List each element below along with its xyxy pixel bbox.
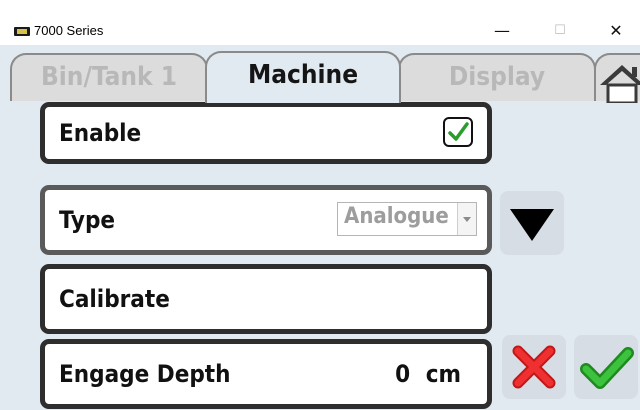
type-select[interactable]: Analogue <box>337 202 477 236</box>
chevron-down-icon[interactable] <box>457 203 476 235</box>
tab-bin-tank[interactable]: Bin/Tank 1 <box>10 53 208 101</box>
calibrate-button[interactable]: Calibrate <box>40 264 492 334</box>
engage-depth-value: 0 cm <box>395 360 461 388</box>
tab-display[interactable]: Display <box>398 53 596 101</box>
type-select-value: Analogue <box>344 204 449 229</box>
window-title: 7000 Series <box>34 23 104 38</box>
red-x-icon <box>512 345 556 389</box>
engage-depth-number: 0 <box>395 360 411 388</box>
title-bar: 7000 Series — ☐ ✕ <box>0 0 640 45</box>
green-check-icon <box>580 347 634 389</box>
cancel-button[interactable] <box>502 335 566 399</box>
engage-depth-label: Engage Depth <box>59 360 231 388</box>
app-area: Bin/Tank 1 Machine Display Enable Type A… <box>0 45 640 410</box>
home-icon <box>600 65 640 105</box>
tab-machine[interactable]: Machine <box>205 51 401 103</box>
calibrate-label: Calibrate <box>59 285 170 313</box>
minimize-button[interactable]: — <box>482 20 522 42</box>
type-label: Type <box>59 206 116 234</box>
maximize-button[interactable]: ☐ <box>540 20 580 42</box>
confirm-button[interactable] <box>574 335 638 399</box>
enable-row[interactable]: Enable <box>40 102 492 164</box>
triangle-down-icon <box>510 209 554 241</box>
checkmark-icon <box>448 122 469 141</box>
tab-bar: Bin/Tank 1 Machine Display <box>0 45 640 105</box>
enable-label: Enable <box>59 119 142 147</box>
home-button[interactable] <box>594 53 640 105</box>
monitor-icon <box>14 27 30 36</box>
close-button[interactable]: ✕ <box>596 20 636 42</box>
dropdown-button[interactable] <box>500 191 564 255</box>
engage-depth-unit: cm <box>425 360 461 388</box>
engage-depth-row[interactable]: Engage Depth 0 cm <box>40 339 492 409</box>
enable-checkbox[interactable] <box>443 117 473 147</box>
type-row: Type Analogue <box>40 185 492 255</box>
